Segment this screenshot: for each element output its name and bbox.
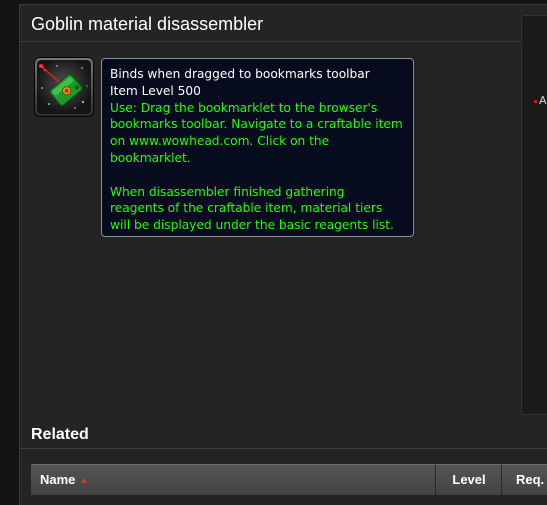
tooltip-note-line: will be displayed under the basic reagen…	[110, 218, 394, 233]
tooltip-use-line: Use: Drag the bookmarklet to the browser…	[110, 100, 378, 115]
column-header-level[interactable]: Level	[437, 465, 502, 495]
tooltip-use-line: bookmarklet.	[110, 150, 191, 165]
column-header-req[interactable]: Req.	[503, 465, 547, 495]
tooltip-use-line: bookmarks toolbar. Navigate to a craftab…	[110, 117, 403, 132]
main-content: Goblin material disassembler Binds when …	[19, 4, 547, 505]
tooltip-use-line: on www.wowhead.com. Click on the	[110, 134, 330, 149]
column-header-name-label: Name	[40, 472, 76, 487]
sort-ascending-icon: ▲	[79, 475, 89, 485]
tooltip-spacer	[110, 167, 405, 184]
sidebar-panel: A	[521, 15, 547, 415]
tooltip-binding: Binds when dragged to bookmarks toolbar	[110, 67, 370, 81]
title-divider	[20, 41, 547, 42]
tooltip-note-line: reagents of the craftable item, material…	[110, 201, 383, 216]
item-tooltip: Binds when dragged to bookmarks toolbar …	[101, 58, 414, 237]
tooltip-note-line: When disassembler finished gathering	[110, 184, 345, 199]
related-heading: Related	[31, 426, 89, 443]
green-device-icon	[37, 60, 91, 114]
sidebar-text[interactable]: A	[539, 94, 547, 107]
column-header-name[interactable]: Name ▲	[31, 465, 436, 495]
tooltip-item-level: Item Level 500	[110, 83, 201, 98]
item-icon-frame[interactable]	[34, 57, 94, 117]
page-title: Goblin material disassembler	[31, 14, 264, 34]
related-table-header: Name ▲ Level Req.	[31, 464, 547, 495]
bullet-icon	[534, 100, 537, 103]
related-divider	[20, 448, 547, 449]
